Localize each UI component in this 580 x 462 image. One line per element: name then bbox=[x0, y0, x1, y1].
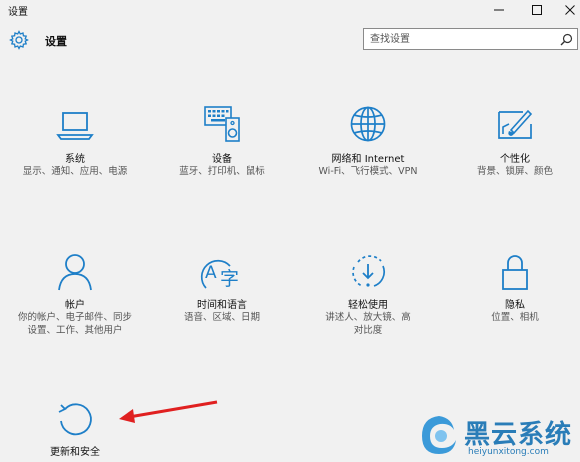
watermark-brand: 黑云系统 bbox=[464, 420, 573, 450]
tile-label: 时间和语言 bbox=[197, 300, 247, 311]
window-title: 设置 bbox=[8, 7, 28, 18]
tile-privacy[interactable]: 隐私 位置、相机 bbox=[440, 252, 580, 372]
page-title: 设置 bbox=[45, 35, 67, 48]
close-icon bbox=[565, 5, 575, 15]
tile-devices[interactable]: 设备 蓝牙、打印机、鼠标 bbox=[147, 104, 297, 224]
refresh-icon bbox=[58, 403, 92, 436]
language-clock-icon: A 字 bbox=[200, 259, 239, 290]
paint-icon bbox=[498, 109, 533, 139]
tile-label: 系统 bbox=[65, 154, 85, 165]
tile-label: 个性化 bbox=[500, 154, 530, 165]
tile-label: 设备 bbox=[212, 154, 232, 165]
svg-text:A: A bbox=[205, 263, 217, 283]
tile-system[interactable]: 系统 显示、通知、应用、电源 bbox=[0, 108, 150, 228]
tile-description: 显示、通知、应用、电源 bbox=[22, 166, 128, 177]
tile-time-language[interactable]: A 字 时间和语言 语音、区域、日期 bbox=[147, 252, 297, 372]
tile-accounts[interactable]: 帐户 你的帐户、电子邮件、同步设置、工作、其他用户 bbox=[0, 252, 150, 372]
tile-description: 位置、相机 bbox=[491, 312, 539, 323]
gear-icon bbox=[9, 30, 29, 50]
title-bar: 设置 bbox=[0, 0, 580, 20]
tile-description: Wi-Fi、飞行模式、VPN bbox=[318, 166, 418, 177]
tile-label: 隐私 bbox=[505, 300, 525, 311]
minimize-button[interactable] bbox=[484, 0, 514, 20]
laptop-icon bbox=[56, 112, 94, 140]
search-box[interactable] bbox=[363, 28, 578, 50]
tile-description: 语音、区域、日期 bbox=[183, 312, 260, 323]
tile-label: 更新和安全 bbox=[50, 447, 100, 458]
tile-network[interactable]: 网络和 Internet Wi-Fi、飞行模式、VPN bbox=[293, 104, 443, 224]
accessibility-icon bbox=[352, 255, 386, 287]
watermark: 黑云系统 heiyunxitong.com bbox=[412, 406, 580, 462]
maximize-icon bbox=[532, 5, 542, 15]
red-arrow-icon bbox=[119, 400, 218, 423]
minimize-icon bbox=[494, 9, 504, 11]
close-button[interactable] bbox=[555, 0, 580, 20]
globe-icon bbox=[350, 106, 386, 142]
tile-label: 帐户 bbox=[65, 300, 85, 311]
tile-description: 蓝牙、打印机、鼠标 bbox=[179, 166, 265, 177]
svg-text:字: 字 bbox=[220, 268, 239, 290]
tile-label: 轻松使用 bbox=[348, 300, 388, 311]
lock-icon bbox=[502, 255, 528, 290]
cloud-logo-icon bbox=[422, 416, 456, 454]
maximize-button[interactable] bbox=[522, 0, 552, 20]
settings-window: 设置 设置 查找设置 系统 显示、通知、应用、电源 设备 蓝牙、打印机、鼠标 网… bbox=[0, 0, 580, 462]
tile-label: 网络和 Internet bbox=[331, 154, 405, 165]
search-input[interactable] bbox=[370, 32, 540, 46]
watermark-url: heiyunxitong.com bbox=[468, 447, 549, 457]
tile-description: 讲述人、放大镜、高对比度 bbox=[325, 312, 411, 336]
tile-description: 背景、锁屏、颜色 bbox=[476, 166, 553, 177]
tile-description: 你的帐户、电子邮件、同步设置、工作、其他用户 bbox=[17, 312, 132, 336]
settings-header: 设置 bbox=[0, 24, 580, 58]
tile-personalization[interactable]: 个性化 背景、锁屏、颜色 bbox=[440, 104, 580, 224]
search-icon[interactable] bbox=[560, 33, 573, 46]
tile-ease-of-access[interactable]: 轻松使用 讲述人、放大镜、高对比度 bbox=[293, 252, 443, 372]
keyboard-speaker-icon bbox=[204, 106, 240, 142]
person-icon bbox=[58, 254, 92, 291]
